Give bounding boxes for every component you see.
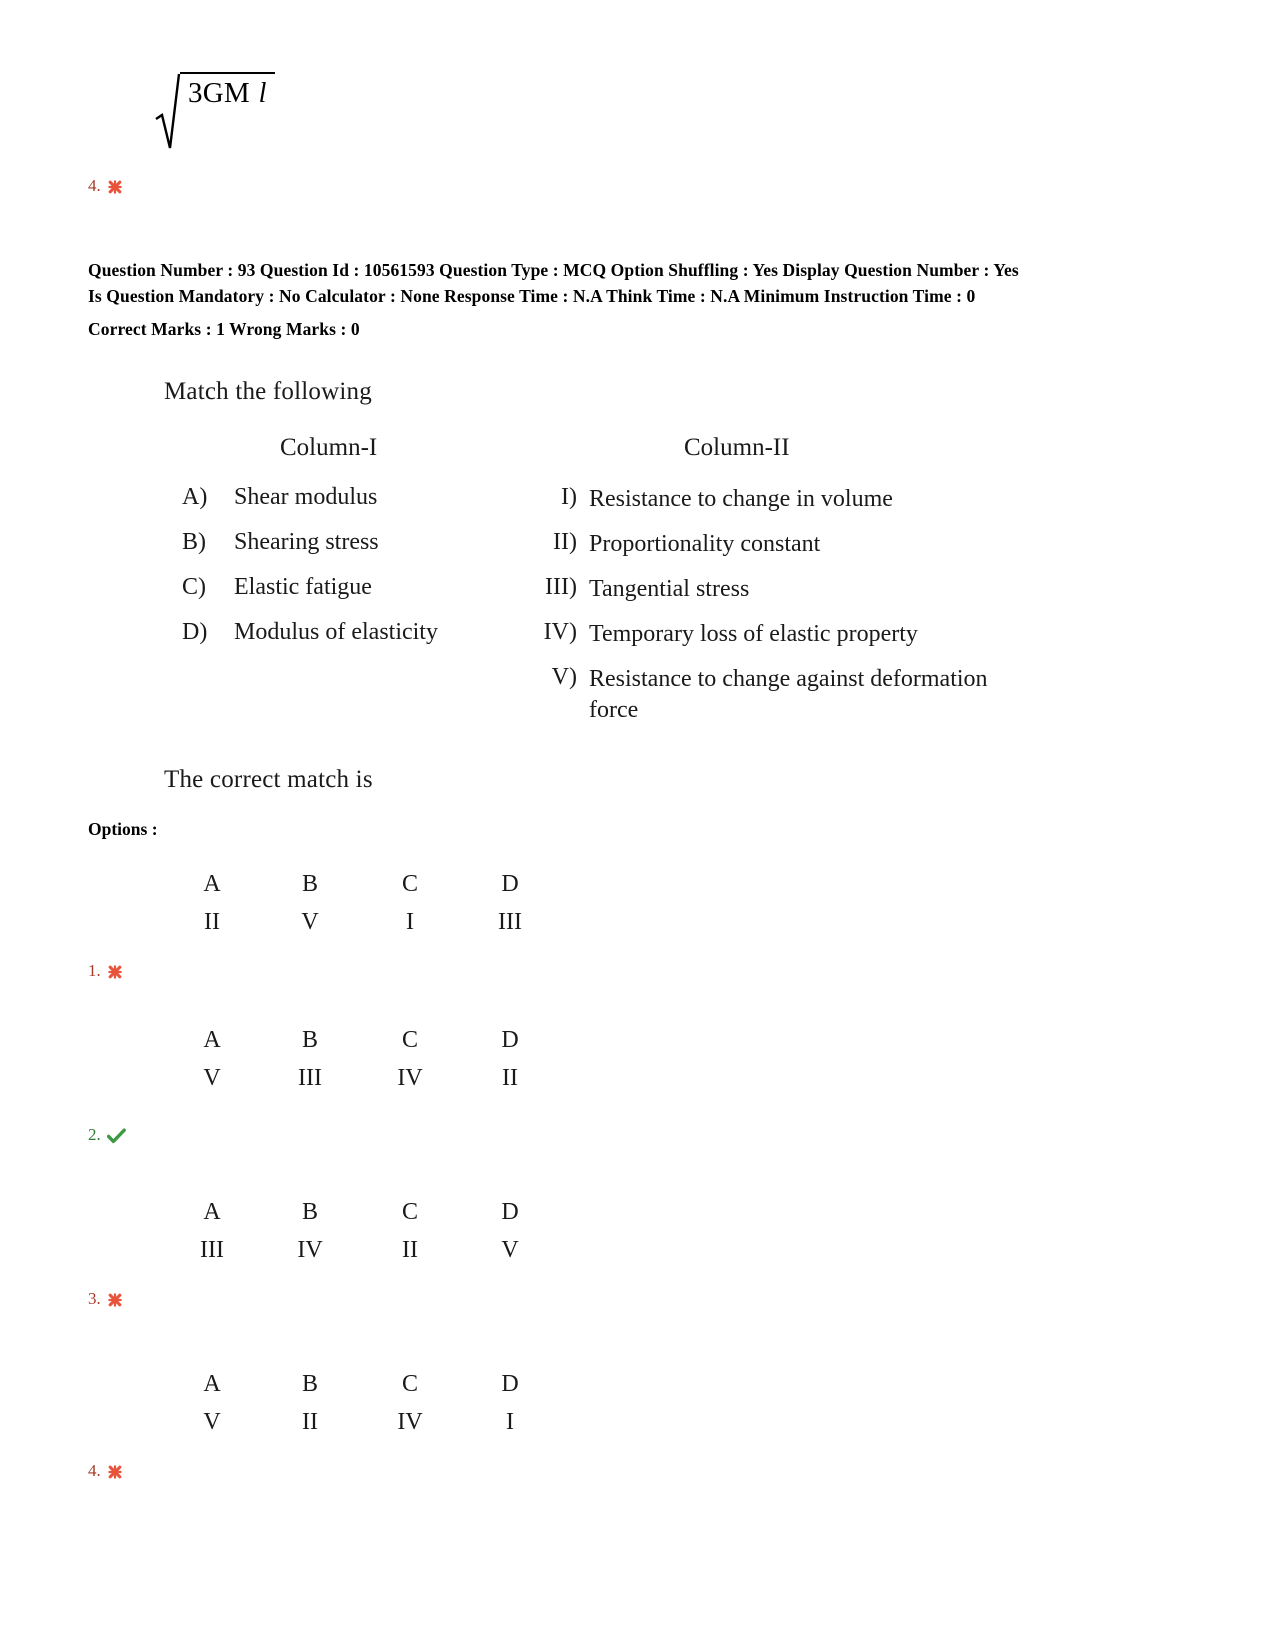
option-4-header-a: A — [203, 1371, 221, 1397]
option-1-header-b: B — [301, 871, 318, 897]
top-option-marker: 4. — [88, 177, 123, 194]
column-1-key: C) — [182, 574, 206, 600]
cross-icon — [107, 1464, 123, 1480]
column-1-value: Modulus of elasticity — [234, 619, 438, 645]
column-2-value: Resistance to change in volume — [589, 486, 893, 512]
option-3-header-b: B — [301, 1199, 318, 1225]
column-1-value: Shear modulus — [234, 484, 378, 510]
option-2-header-d: D — [501, 1027, 519, 1053]
columns-header-row: Column-I Column-II — [164, 434, 1124, 468]
column-1-key: B) — [182, 529, 206, 555]
option-2-grid: A B C D V III IV II — [164, 1027, 584, 1092]
option-3-header-d: D — [501, 1199, 519, 1225]
option-4-value-d: I — [506, 1409, 514, 1436]
cross-icon — [107, 964, 123, 980]
option-4-header-c: C — [401, 1371, 418, 1397]
fraction-numerator: 3GM — [188, 77, 250, 109]
question-body: Match the following Column-I Column-II A… — [164, 378, 1124, 794]
column-2-key: IV) — [543, 619, 577, 645]
column-2-key: III) — [545, 574, 577, 600]
column-1-header: Column-I — [280, 434, 378, 461]
option-4-marker: 4. — [88, 1462, 123, 1479]
match-row: V) Resistance to change against deformat… — [164, 664, 1124, 734]
option-1-value-c: I — [406, 909, 414, 936]
option-4-value-a: V — [203, 1409, 221, 1436]
metadata-line-2: Is Question Mandatory : No Calculator : … — [88, 285, 976, 306]
option-3-header-c: C — [401, 1199, 418, 1225]
cross-icon — [107, 179, 123, 195]
option-2-value-a: V — [203, 1065, 221, 1092]
option-2-value-c: IV — [397, 1065, 423, 1092]
option-2-number: 2. — [88, 1125, 101, 1144]
option-2-marker: 2. — [88, 1126, 126, 1143]
option-1-value-a: II — [204, 909, 220, 936]
option-2[interactable]: A B C D V III IV II — [164, 1027, 584, 1092]
match-row: C) Elastic fatigue III) Tangential stres… — [164, 574, 1124, 619]
column-1-value: Elastic fatigue — [234, 574, 372, 600]
match-row: B) Shearing stress II) Proportionality c… — [164, 529, 1124, 574]
option-2-value-b: III — [298, 1065, 322, 1092]
column-1-value: Shearing stress — [234, 529, 379, 555]
column-1-key: D) — [182, 619, 208, 645]
option-4-header-d: D — [501, 1371, 519, 1397]
column-2-value: Tangential stress — [589, 576, 750, 602]
match-grid: A) Shear modulus I) Resistance to change… — [164, 484, 1124, 734]
question-metadata: Question Number : 93 Question Id : 10561… — [88, 258, 1148, 343]
option-2-header-c: C — [401, 1027, 418, 1053]
top-option-number: 4. — [88, 176, 101, 195]
option-1-header-d: D — [501, 871, 519, 897]
option-3[interactable]: A B C D III IV II V — [164, 1199, 584, 1264]
option-2-header-b: B — [301, 1027, 318, 1053]
option-2-value-d: II — [502, 1065, 518, 1092]
column-2-key: V) — [551, 664, 577, 690]
option-3-value-b: IV — [297, 1237, 323, 1264]
option-4-value-c: IV — [397, 1409, 423, 1436]
match-row: A) Shear modulus I) Resistance to change… — [164, 484, 1124, 529]
option-4-header-b: B — [301, 1371, 318, 1397]
option-3-value-d: V — [501, 1237, 519, 1264]
square-root-expression: 3GM l — [155, 72, 276, 150]
options-label: Options : — [88, 819, 158, 839]
column-2-header: Column-II — [684, 434, 790, 461]
option-3-value-a: III — [200, 1237, 224, 1264]
fraction-denominator: l — [258, 78, 267, 109]
column-2-key: I) — [561, 484, 577, 510]
check-icon — [106, 1128, 126, 1144]
option-1-number: 1. — [88, 961, 101, 980]
column-2-value: Proportionality constant — [589, 531, 821, 557]
column-2-value: Resistance to change against deformation… — [589, 666, 988, 724]
cross-icon — [107, 1292, 123, 1308]
metadata-line-1: Question Number : 93 Question Id : 10561… — [88, 260, 1019, 280]
match-row: D) Modulus of elasticity IV) Temporary l… — [164, 619, 1124, 664]
option-1-value-b: V — [301, 909, 319, 936]
option-3-grid: A B C D III IV II V — [164, 1199, 584, 1264]
option-3-marker: 3. — [88, 1290, 123, 1307]
option-1-grid: A B C D II V I III — [164, 871, 584, 936]
option-3-number: 3. — [88, 1289, 101, 1308]
option-1-header-a: A — [203, 871, 221, 897]
option-3-value-c: II — [402, 1237, 418, 1264]
question-prompt: Match the following — [164, 378, 372, 405]
column-2-value: Temporary loss of elastic property — [589, 621, 918, 647]
option-4-value-b: II — [302, 1409, 318, 1436]
option-1-header-c: C — [401, 871, 418, 897]
radicand: 3GM l — [180, 72, 276, 150]
option-1-marker: 1. — [88, 962, 123, 979]
option-1-value-d: III — [498, 909, 522, 936]
option-2-header-a: A — [203, 1027, 221, 1053]
option-1[interactable]: A B C D II V I III — [164, 871, 584, 936]
question-closing-text: The correct match is — [164, 766, 373, 793]
column-1-key: A) — [182, 484, 208, 510]
metadata-line-3: Correct Marks : 1 Wrong Marks : 0 — [88, 319, 360, 340]
top-formula: 3GM l — [155, 72, 276, 155]
column-2-key: II) — [553, 529, 577, 555]
option-4-grid: A B C D V II IV I — [164, 1371, 584, 1436]
option-4[interactable]: A B C D V II IV I — [164, 1371, 584, 1436]
radical-sign-icon — [155, 72, 181, 150]
option-3-header-a: A — [203, 1199, 221, 1225]
option-4-number: 4. — [88, 1461, 101, 1480]
